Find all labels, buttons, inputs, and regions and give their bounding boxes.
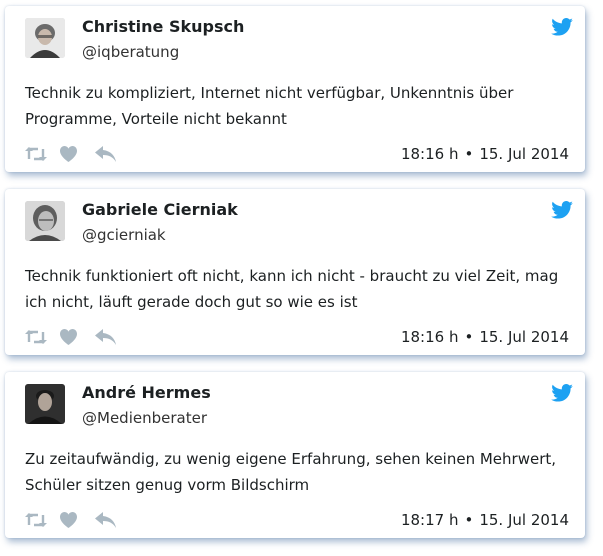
timestamp[interactable]: 18:17 h • 15. Jul 2014 [401,511,569,529]
tweet-time: 18:16 h [400,328,459,346]
user-handle[interactable]: @gcierniak [82,226,166,244]
heart-icon[interactable] [60,512,77,528]
reply-icon[interactable] [95,146,116,162]
display-name[interactable]: Gabriele Cierniak [82,200,238,219]
tweet-text: Zu zeitaufwändig, zu wenig eigene Erfahr… [25,450,557,494]
twitter-bird-icon[interactable] [551,201,573,219]
tweet-card[interactable]: André Hermes @Medienberater Zu zeitaufwä… [5,372,585,538]
retweet-icon[interactable] [25,146,47,162]
avatar[interactable] [25,201,65,241]
tweet-time: 18:17 h [400,511,459,529]
separator-dot: • [464,328,474,346]
tweet-card[interactable]: Christine Skupsch @iqberatung Technik zu… [5,6,585,172]
retweet-icon[interactable] [25,512,47,528]
tweet-date: 15. Jul 2014 [479,145,569,163]
tweet-text: Technik zu kompliziert, Internet nicht v… [25,84,514,128]
separator-dot: • [464,145,474,163]
heart-icon[interactable] [60,329,77,345]
timestamp[interactable]: 18:16 h • 15. Jul 2014 [401,145,569,163]
avatar[interactable] [25,18,65,58]
reply-icon[interactable] [95,512,116,528]
retweet-icon[interactable] [25,329,47,345]
twitter-bird-icon[interactable] [551,18,573,36]
tweet-date: 15. Jul 2014 [479,511,569,529]
tweet-text: Technik funktioniert oft nicht, kann ich… [25,267,559,311]
tweet-card[interactable]: Gabriele Cierniak @gcierniak Technik fun… [5,189,585,355]
tweet-feed: Christine Skupsch @iqberatung Technik zu… [0,0,603,556]
separator-dot: • [464,511,474,529]
heart-icon[interactable] [60,146,77,162]
tweet-date: 15. Jul 2014 [479,328,569,346]
timestamp[interactable]: 18:16 h • 15. Jul 2014 [401,328,569,346]
reply-icon[interactable] [95,329,116,345]
avatar[interactable] [25,384,65,424]
tweet-time: 18:16 h [400,145,459,163]
user-handle[interactable]: @iqberatung [82,43,179,61]
twitter-bird-icon[interactable] [551,384,573,402]
display-name[interactable]: André Hermes [82,383,211,402]
user-handle[interactable]: @Medienberater [82,409,207,427]
display-name[interactable]: Christine Skupsch [82,17,244,36]
